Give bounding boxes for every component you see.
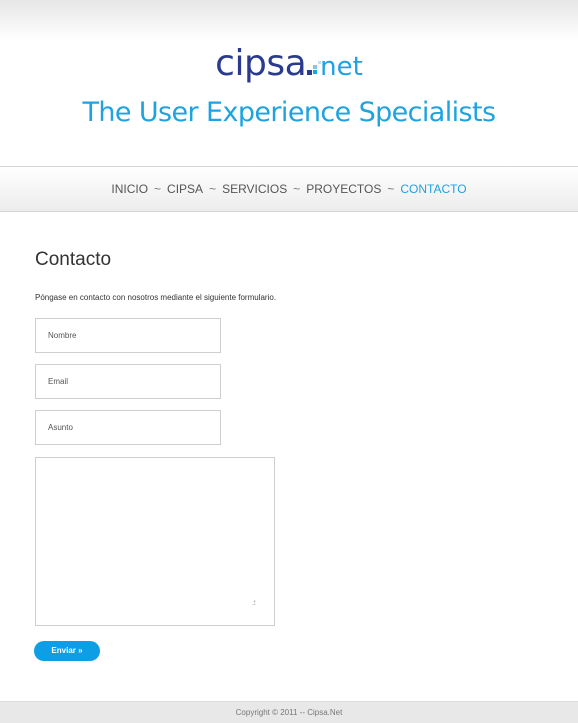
- email-input[interactable]: [35, 364, 221, 399]
- nav-separator: ~: [387, 182, 395, 196]
- message-textarea[interactable]: [35, 457, 275, 626]
- intro-text: Póngase en contacto con nosotros mediant…: [35, 293, 277, 302]
- tagline: The User Experience Specialists: [82, 97, 497, 128]
- resize-grip-icon[interactable]: .:!: [252, 600, 256, 607]
- logo[interactable]: cipsa net: [0, 46, 578, 82]
- logo-wordmark: cipsa: [215, 43, 307, 84]
- nav-item-contacto[interactable]: CONTACTO: [400, 182, 466, 196]
- page-header: cipsa net The User Experience Specialists: [0, 0, 578, 166]
- logo-dots-icon: [307, 61, 322, 75]
- copyright-text: Copyright © 2011 -- Cipsa.Net: [235, 708, 343, 717]
- page-title: Contacto: [35, 249, 112, 270]
- page-footer: Copyright © 2011 -- Cipsa.Net: [0, 701, 578, 723]
- nav-item-proyectos[interactable]: PROYECTOS: [306, 182, 381, 196]
- nav-item-servicios[interactable]: SERVICIOS: [222, 182, 287, 196]
- name-input[interactable]: [35, 318, 221, 353]
- nav-separator: ~: [293, 182, 301, 196]
- nav-item-cipsa[interactable]: CIPSA: [167, 182, 203, 196]
- logo-net-text: net: [320, 52, 363, 82]
- submit-button[interactable]: Enviar »: [34, 641, 100, 661]
- nav-separator: ~: [209, 182, 217, 196]
- main-nav: INICIO ~ CIPSA ~ SERVICIOS ~ PROYECTOS ~ CONTACT…: [0, 166, 578, 212]
- nav-separator: ~: [154, 182, 162, 196]
- subject-input[interactable]: [35, 410, 221, 445]
- nav-item-inicio[interactable]: INICIO: [111, 182, 148, 196]
